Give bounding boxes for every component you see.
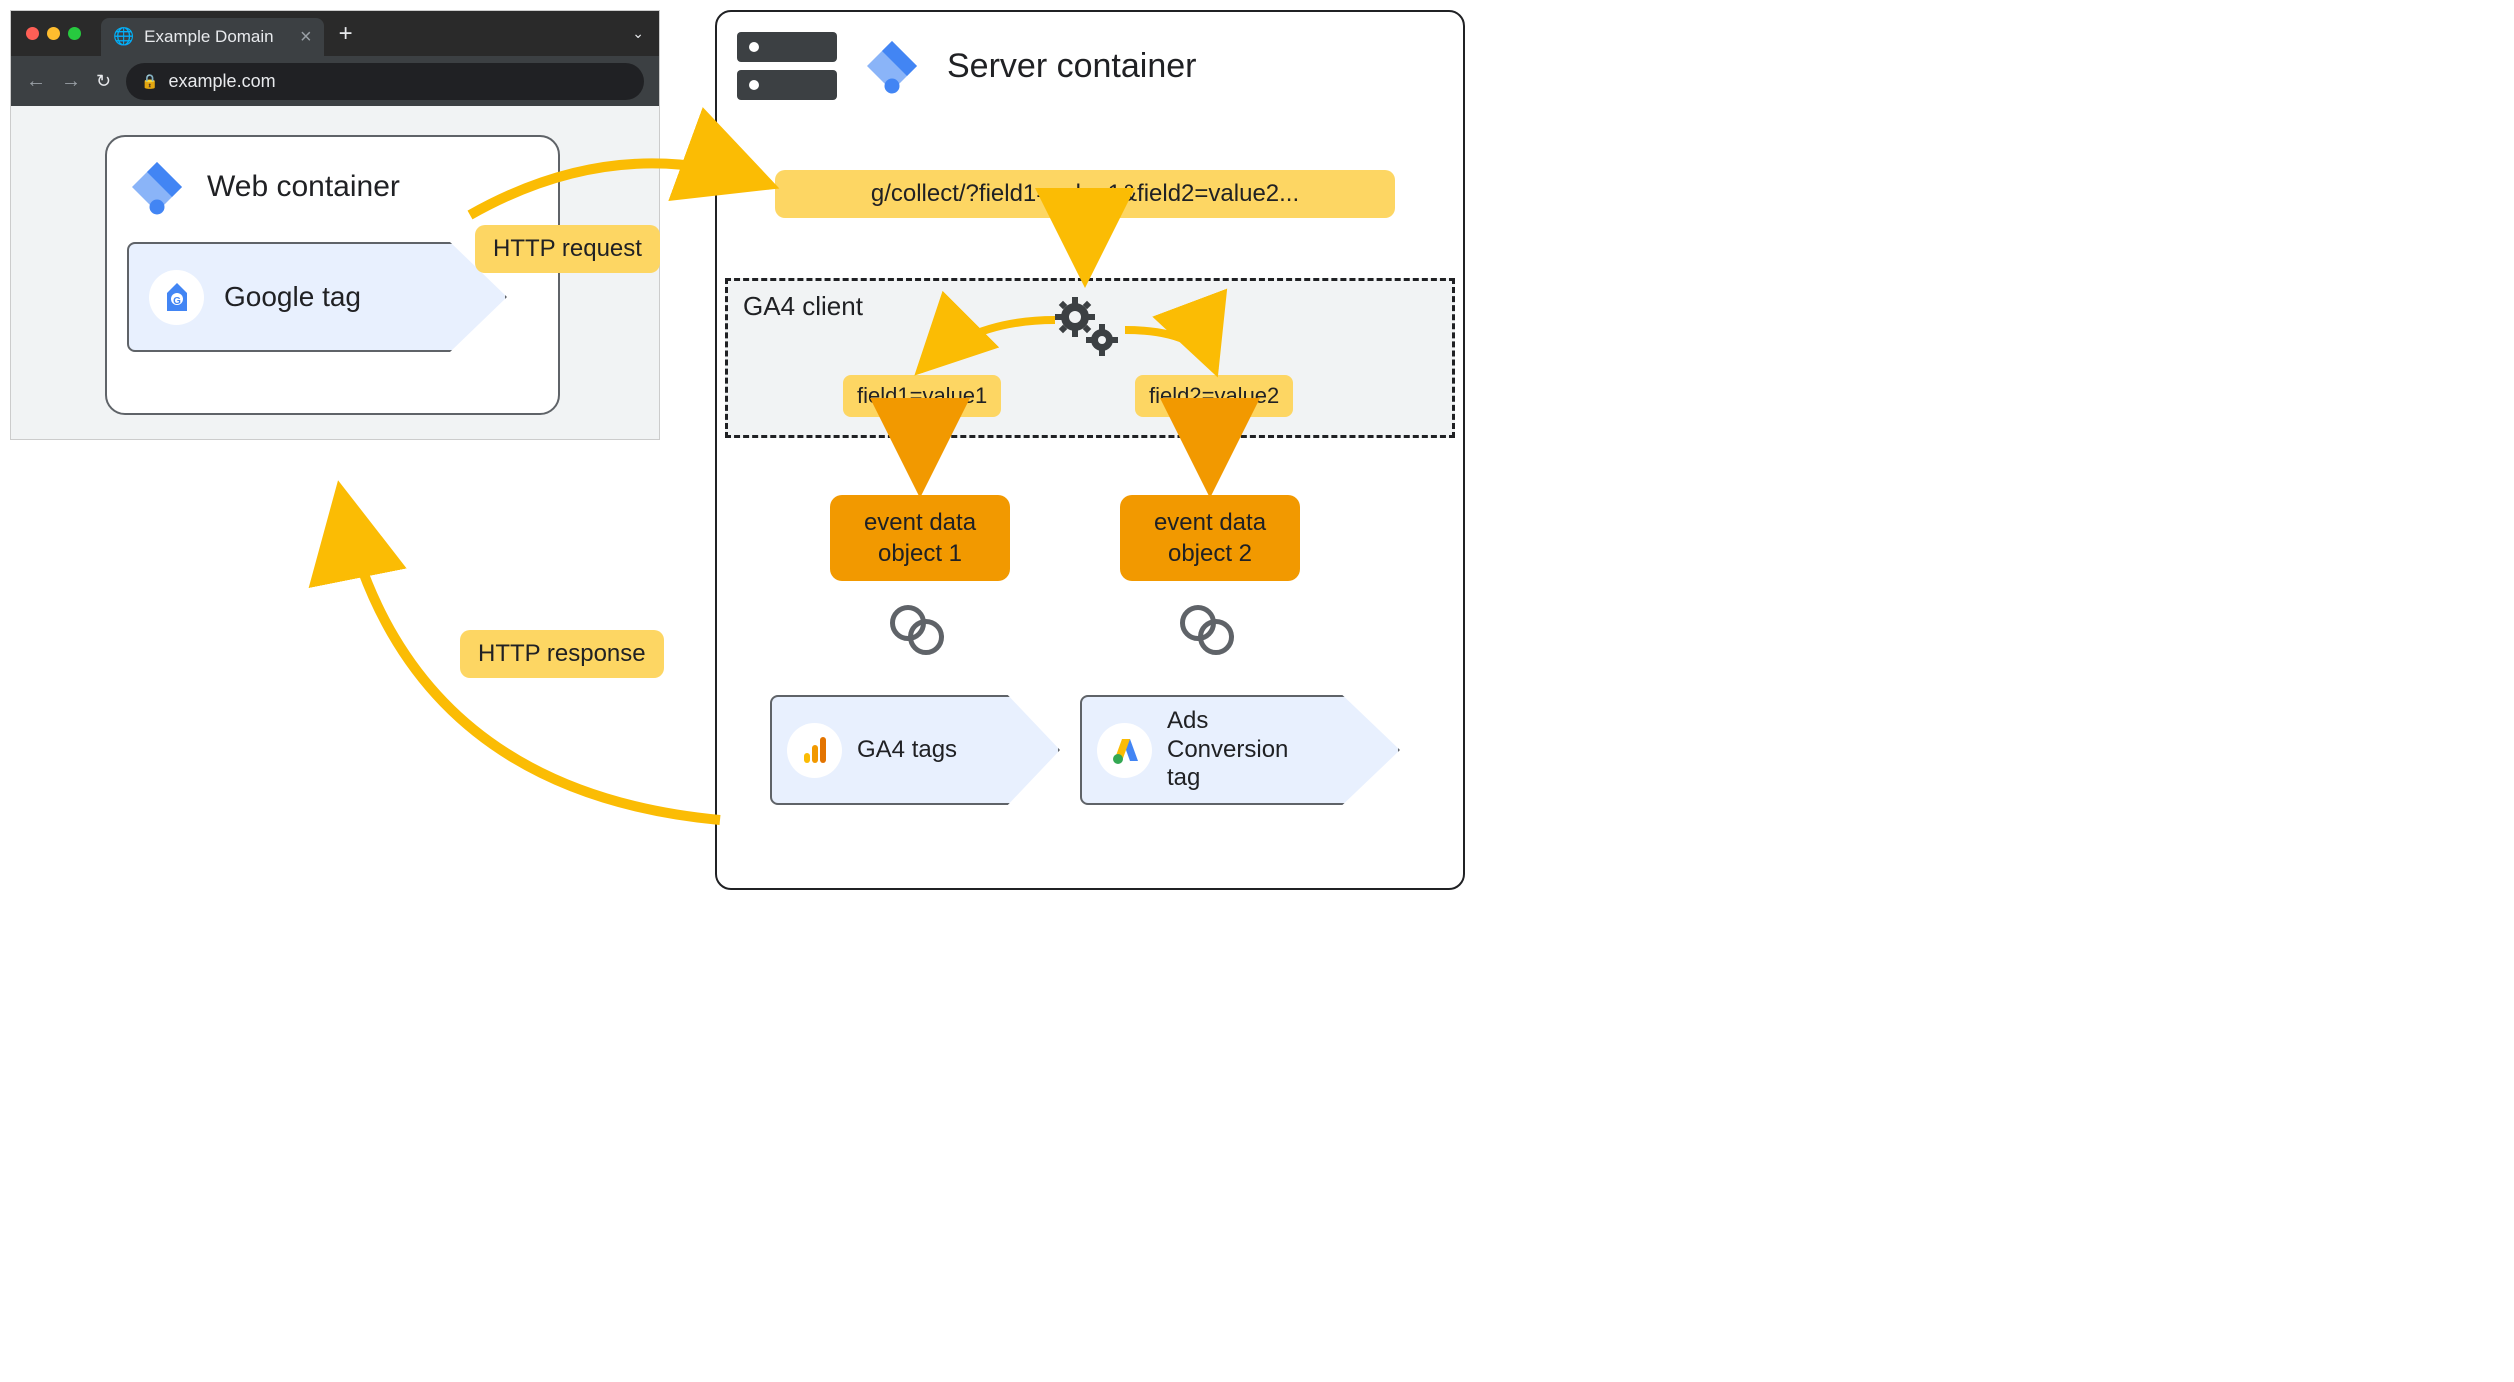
traffic-lights — [26, 27, 81, 40]
event-data-object-2: event data object 2 — [1120, 495, 1300, 581]
link-icon — [1180, 605, 1240, 655]
google-tag-chip: G Google tag — [127, 242, 507, 352]
minimize-icon[interactable] — [47, 27, 60, 40]
google-tag-label: Google tag — [224, 281, 361, 313]
field2-pill: field2=value2 — [1135, 375, 1293, 417]
web-container-header: Web container — [127, 157, 538, 217]
back-icon[interactable]: ← — [26, 70, 46, 93]
tab-close-icon[interactable]: × — [300, 26, 312, 49]
server-container-header: Server container — [737, 32, 1443, 100]
svg-text:G: G — [173, 296, 181, 307]
ads-conversion-tag-chip: Ads Conversion tag — [1080, 695, 1400, 805]
tabs-dropdown-icon[interactable]: ⌄ — [632, 25, 644, 42]
tab-title: Example Domain — [144, 27, 273, 47]
browser-toolbar: ← → ↻ 🔒 example.com — [11, 56, 659, 106]
web-container-box: Web container G Google tag — [105, 135, 560, 415]
close-icon[interactable] — [26, 27, 39, 40]
ads-tags-label: Ads Conversion tag — [1167, 707, 1288, 793]
http-request-label: HTTP request — [475, 225, 660, 273]
browser-titlebar: 🌐 Example Domain × + ⌄ — [11, 11, 659, 56]
lock-icon: 🔒 — [141, 73, 158, 90]
collect-url-pill: g/collect/?field1=value1&field2=value2..… — [775, 170, 1395, 218]
forward-icon[interactable]: → — [61, 70, 81, 93]
url-text: example.com — [169, 71, 276, 92]
ga4-client-label: GA4 client — [743, 291, 863, 322]
ga4-tags-chip: GA4 tags — [770, 695, 1060, 805]
reload-icon[interactable]: ↻ — [96, 71, 111, 92]
http-response-label: HTTP response — [460, 630, 664, 678]
web-container-title: Web container — [207, 170, 400, 204]
gtm-icon — [862, 36, 922, 96]
google-tag-icon: G — [149, 270, 204, 325]
server-container-title: Server container — [947, 47, 1196, 86]
ads-icon — [1097, 723, 1152, 778]
gtm-icon — [127, 157, 187, 217]
event-data-object-1: event data object 1 — [830, 495, 1010, 581]
maximize-icon[interactable] — [68, 27, 81, 40]
link-icon — [890, 605, 950, 655]
new-tab-icon[interactable]: + — [339, 20, 353, 48]
ga4-tags-label: GA4 tags — [857, 736, 957, 765]
gears-icon — [1050, 295, 1130, 365]
ga4-icon — [787, 723, 842, 778]
globe-icon: 🌐 — [113, 27, 134, 47]
field1-pill: field1=value1 — [843, 375, 1001, 417]
browser-tab[interactable]: 🌐 Example Domain × — [101, 18, 324, 56]
url-bar[interactable]: 🔒 example.com — [126, 63, 644, 100]
server-icon — [737, 32, 837, 100]
